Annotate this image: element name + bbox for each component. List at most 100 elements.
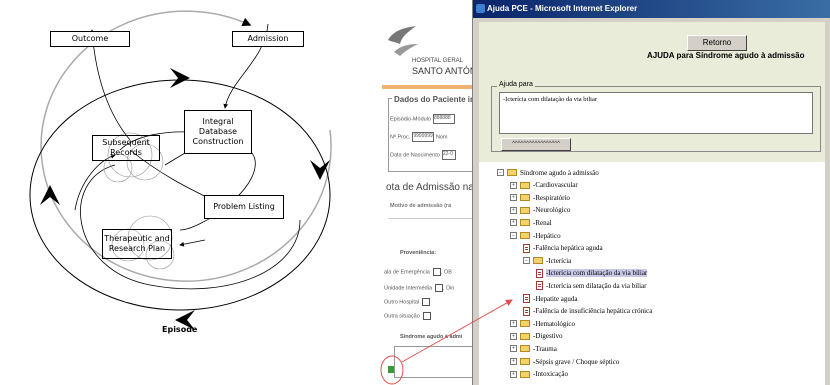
admission-label: Admission bbox=[247, 34, 289, 43]
document-icon bbox=[523, 243, 530, 253]
patient-data-title: Dados do Paciente int bbox=[392, 95, 472, 104]
tree-node[interactable]: + -Intoxicação bbox=[510, 369, 568, 380]
help-content: Retorno AJUDA para Síndrome agudo à admi… bbox=[479, 22, 825, 385]
expand-icon[interactable]: + bbox=[510, 206, 517, 214]
tree-node[interactable]: -Icterícia com dilatação da via biliar bbox=[536, 268, 648, 279]
window-titlebar[interactable]: Ajuda PCE - Microsoft Internet Explorer bbox=[473, 0, 830, 18]
acute-syndrome-box[interactable] bbox=[394, 346, 472, 378]
prov-checkbox[interactable] bbox=[435, 284, 444, 292]
tree-node[interactable]: − -Hepático bbox=[510, 230, 561, 241]
folder-icon bbox=[520, 219, 530, 227]
integral-database-box: Integral Database Construction bbox=[184, 110, 252, 154]
expand-icon[interactable]: + bbox=[510, 358, 517, 365]
folder-icon bbox=[507, 169, 517, 176]
admission-note-heading: ota de Admissão na U bbox=[386, 182, 472, 193]
hospital-name-line1: HOSPITAL GERAL bbox=[412, 58, 464, 64]
folder-icon bbox=[520, 181, 530, 189]
tree-node[interactable]: -Falência de insuficiência hepática crón… bbox=[523, 306, 652, 317]
tree-node-label: -Falência hepática aguda bbox=[533, 244, 603, 253]
tree-node[interactable]: + -Hematológico bbox=[510, 318, 575, 329]
field-birthdate-label: Data de Nascimento bbox=[390, 152, 440, 159]
field-episode-input[interactable]: 888888 bbox=[432, 114, 455, 124]
tree-node[interactable]: + -Respiratório bbox=[510, 192, 570, 203]
provenance-label: Proveniência: bbox=[400, 250, 437, 256]
expand-icon[interactable]: + bbox=[510, 370, 517, 378]
field-episode: Episódio-Módulo 888888 bbox=[390, 114, 455, 124]
field-birthdate-input[interactable]: 22-0 bbox=[441, 150, 456, 160]
document-icon bbox=[536, 268, 543, 278]
folder-icon bbox=[520, 232, 530, 239]
help-heading: AJUDA para Síndrome agudo à admissão bbox=[647, 51, 805, 60]
expand-icon[interactable]: + bbox=[510, 332, 517, 340]
field-proc-input[interactable]: 9999999 bbox=[412, 132, 435, 142]
prov-option-label: Outro Hospital bbox=[384, 299, 420, 306]
subsequent-records-box: Subsequent Records bbox=[92, 135, 160, 161]
tree-node-label: -Renal bbox=[533, 218, 552, 227]
reason-divider bbox=[388, 218, 472, 219]
collapse-icon[interactable]: − bbox=[523, 257, 530, 265]
folder-icon bbox=[520, 194, 530, 202]
acute-syndrome-label: Síndrome agudo à admi bbox=[400, 334, 463, 340]
prov-option-intermediate[interactable]: Unidade Intermédia , Din bbox=[384, 284, 454, 292]
collapse-icon[interactable]: − bbox=[497, 169, 504, 176]
tree-node[interactable]: + -Neurológico bbox=[510, 205, 570, 216]
tree-node[interactable]: − -Icterícia bbox=[523, 255, 571, 266]
tree-node-label: Síndrome agudo à admissão bbox=[520, 168, 599, 177]
return-button[interactable]: Retorno bbox=[687, 35, 747, 51]
folder-icon bbox=[533, 257, 543, 265]
header-divider bbox=[382, 85, 472, 89]
folder-icon bbox=[520, 206, 530, 214]
field-name-label: Nom bbox=[435, 134, 448, 141]
prov-checkbox[interactable] bbox=[422, 312, 431, 320]
tree-node-label: -Digestivo bbox=[533, 332, 563, 341]
tree-node[interactable]: -Hepatite aguda bbox=[523, 293, 578, 304]
field-proc: Nº.Proc. 9999999 Nom bbox=[390, 132, 448, 142]
hospital-app-background: HOSPITAL GERAL SANTO ANTÓN Dados do Paci… bbox=[382, 0, 472, 385]
tree-node-label: -Respiratório bbox=[533, 193, 570, 202]
window-title: Ajuda PCE - Microsoft Internet Explorer bbox=[487, 4, 638, 13]
prov-option-extra: , Din bbox=[443, 285, 455, 292]
diagram-caption: Episode bbox=[162, 325, 198, 334]
field-proc-label: Nº.Proc. bbox=[390, 134, 411, 141]
field-birthdate: Data de Nascimento 22-0 bbox=[390, 150, 456, 160]
tree-node[interactable]: + -Trauma bbox=[510, 343, 557, 354]
problem-listing-label: Problem Listing bbox=[213, 202, 275, 211]
folder-icon bbox=[520, 332, 530, 340]
document-icon bbox=[536, 281, 543, 291]
expand-icon[interactable]: + bbox=[510, 181, 517, 189]
problem-listing-box: Problem Listing bbox=[204, 195, 284, 219]
syndrome-tree: − Síndrome agudo à admissão + -Cardiovascul… bbox=[479, 162, 825, 385]
hospital-logo-icon bbox=[388, 26, 418, 56]
admission-box: Admission bbox=[232, 31, 304, 47]
tree-node[interactable]: + -Sépsis grave / Choque séptico bbox=[510, 356, 619, 367]
help-popup-window: Ajuda PCE - Microsoft Internet Explorer … bbox=[472, 0, 830, 385]
prov-option-label: Outra situação bbox=[384, 313, 420, 320]
tree-node[interactable]: + -Renal bbox=[510, 217, 552, 228]
prov-checkbox[interactable] bbox=[432, 268, 441, 276]
prov-option-other[interactable]: Outra situação bbox=[384, 312, 431, 320]
tree-node-label: -Icterícia sem dilatação da via biliar bbox=[546, 281, 647, 290]
tree-node-label: -Icterícia bbox=[546, 256, 572, 265]
tree-node[interactable]: -Falência hepática aguda bbox=[523, 243, 603, 254]
tree-node-label: -Hepático bbox=[533, 231, 561, 240]
expand-icon[interactable]: + bbox=[510, 320, 517, 328]
help-textarea[interactable]: -Icterícia com dilatação da via biliar bbox=[499, 92, 813, 134]
tree-node[interactable]: + -Digestivo bbox=[510, 331, 563, 342]
tree-node[interactable]: − Síndrome agudo à admissão bbox=[497, 167, 599, 178]
expand-icon[interactable]: + bbox=[510, 194, 517, 202]
episode-diagram: Outcome Admission Integral Database Cons… bbox=[0, 0, 380, 385]
prov-option-hospital[interactable]: Outro Hospital bbox=[384, 298, 431, 306]
expand-icon[interactable]: + bbox=[510, 345, 517, 353]
folder-icon bbox=[520, 345, 530, 353]
up-button[interactable]: ^^^^^^^^^^^^^^^^^ bbox=[501, 138, 571, 151]
collapse-icon[interactable]: − bbox=[510, 232, 517, 239]
admission-reason-label: Motivo de admissão (ra bbox=[390, 203, 452, 209]
therapeutic-plan-label: Therapeutic and Research Plan bbox=[104, 234, 170, 253]
expand-icon[interactable]: + bbox=[510, 219, 517, 227]
tree-node[interactable]: -Icterícia sem dilatação da via biliar bbox=[536, 280, 646, 291]
prov-option-emergency[interactable]: ala de Emergência , OB bbox=[384, 268, 452, 276]
tree-node[interactable]: + -Cardiovascular bbox=[510, 180, 578, 191]
prov-option-extra: , OB bbox=[440, 269, 452, 276]
prov-checkbox[interactable] bbox=[422, 298, 431, 306]
tree-node-label: -Trauma bbox=[533, 344, 557, 353]
